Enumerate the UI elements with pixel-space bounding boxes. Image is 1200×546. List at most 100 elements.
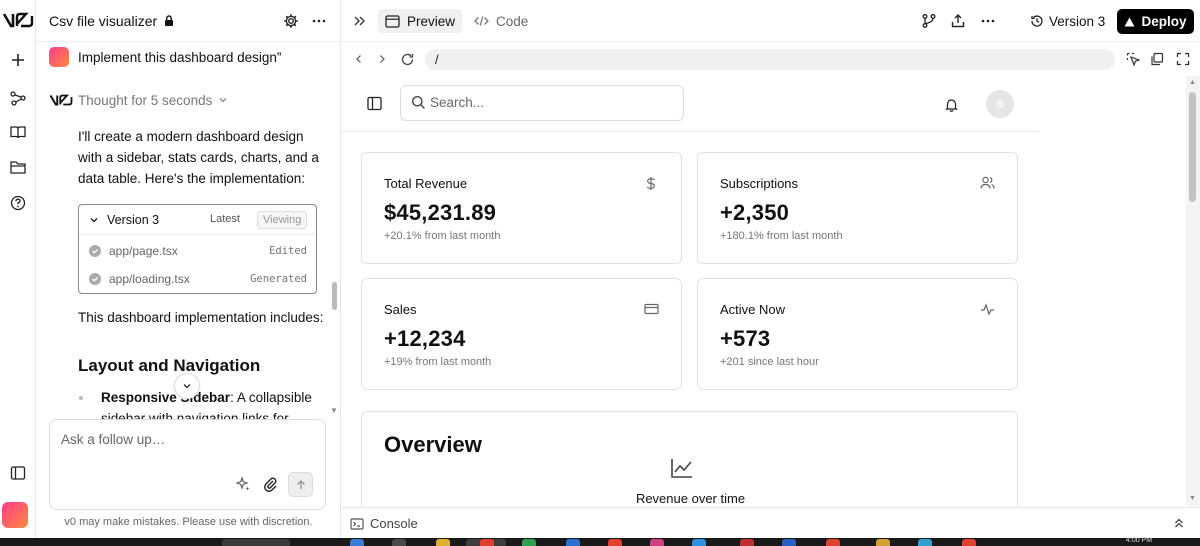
activity-icon: [979, 301, 995, 317]
book-open-icon: [10, 126, 26, 139]
new-chat-button[interactable]: [4, 46, 32, 74]
thought-toggle[interactable]: Thought for 5 seconds: [49, 92, 229, 108]
console-bar[interactable]: Console: [341, 507, 1200, 538]
overview-title: Overview: [384, 432, 482, 457]
viewing-badge: Viewing: [257, 211, 308, 229]
taskbar-app-icon[interactable]: [608, 539, 622, 546]
file-status: Edited: [269, 245, 307, 257]
tab-code[interactable]: Code: [467, 9, 535, 33]
dashboard-sidebar-toggle[interactable]: [365, 94, 383, 112]
taskbar-app-icon[interactable]: [566, 539, 580, 546]
chat-more-button[interactable]: [309, 11, 329, 31]
sidebar-icon: [10, 466, 26, 480]
forward-button[interactable]: [372, 49, 392, 69]
lock-icon: [164, 15, 174, 26]
code-icon: [474, 15, 489, 27]
scroll-up-arrow-icon[interactable]: ▲: [1189, 79, 1196, 86]
version-file-row[interactable]: app/page.tsx Edited: [89, 244, 307, 258]
card-title: Subscriptions: [720, 176, 799, 191]
taskbar-app-icon[interactable]: [392, 539, 406, 546]
line-chart-icon: [669, 456, 695, 480]
preview-topbar: Preview Code Version 3 Deploy: [341, 0, 1200, 42]
version-file-row[interactable]: app/loading.tsx Generated: [89, 272, 307, 286]
plus-icon: [12, 54, 24, 66]
projects-button[interactable]: [4, 84, 32, 112]
folder-icon: [10, 161, 26, 174]
card-subtext: +20.1% from last month: [384, 230, 501, 242]
url-input[interactable]: [425, 49, 1115, 70]
collapse-chat-button[interactable]: [349, 11, 369, 31]
select-element-button[interactable]: [1124, 50, 1142, 68]
taskbar-app-icon[interactable]: [962, 539, 976, 546]
dashboard-header: [341, 76, 1039, 132]
follow-up-input[interactable]: [61, 432, 311, 447]
more-options-button[interactable]: [978, 11, 998, 31]
library-button[interactable]: [4, 118, 32, 146]
share-nodes-icon: [10, 91, 26, 106]
share-button[interactable]: [948, 11, 968, 31]
send-button[interactable]: [288, 472, 313, 497]
open-new-tab-button[interactable]: [1148, 50, 1166, 68]
chevrons-up-icon: [1175, 518, 1183, 528]
bell-icon: [944, 98, 958, 112]
file-name: app/loading.tsx: [109, 272, 190, 286]
card-value: $45,231.89: [384, 200, 497, 225]
version-card[interactable]: Version 3 Latest Viewing app/page.tsx Ed…: [78, 204, 317, 294]
tab-preview[interactable]: Preview: [378, 9, 463, 33]
git-fork-icon: [922, 14, 936, 28]
triangle-icon: [1124, 17, 1135, 27]
chat-panel: Csv file visualizer Implement this dashb…: [36, 0, 341, 538]
deploy-button[interactable]: Deploy: [1117, 9, 1194, 34]
check-circle-icon: [89, 245, 101, 257]
taskbar-app-icon[interactable]: [480, 539, 494, 546]
composer: [49, 419, 326, 510]
taskbar-app-icon[interactable]: [826, 539, 840, 546]
taskbar-app-icon[interactable]: [876, 539, 890, 546]
console-toggle[interactable]: Console: [350, 516, 418, 531]
taskbar-app-icon[interactable]: [692, 539, 706, 546]
tab-preview-label: Preview: [407, 13, 456, 29]
fork-button[interactable]: [919, 11, 939, 31]
version-history-button[interactable]: Version 3: [1030, 10, 1105, 32]
dashboard-user-avatar[interactable]: [986, 90, 1014, 118]
scroll-down-arrow-icon[interactable]: ▼: [1189, 495, 1196, 502]
project-title[interactable]: Csv file visualizer: [49, 13, 157, 29]
file-name: app/page.tsx: [109, 244, 178, 258]
bullet-bold: Responsive Sidebar: [101, 390, 231, 405]
toggle-sidebar-button[interactable]: [4, 459, 32, 487]
v0-logo-icon[interactable]: [2, 10, 34, 30]
deploy-label: Deploy: [1141, 14, 1187, 29]
back-button[interactable]: [349, 49, 369, 69]
enhance-prompt-button[interactable]: [232, 473, 254, 495]
credit-card-icon: [643, 301, 659, 317]
scroll-to-bottom-button[interactable]: [174, 373, 200, 399]
notifications-button[interactable]: [941, 94, 961, 114]
user-avatar[interactable]: [2, 502, 28, 528]
files-button[interactable]: [4, 153, 32, 181]
taskbar-app-icon[interactable]: [918, 539, 932, 546]
help-button[interactable]: [4, 189, 32, 217]
chevron-down-icon: [183, 384, 191, 389]
taskbar-app-icon[interactable]: [650, 539, 664, 546]
expand-console-button[interactable]: [1171, 515, 1187, 531]
chevron-down-icon: [219, 98, 227, 103]
includes-text: This dashboard implementation includes:: [78, 310, 324, 325]
user-message-text: Implement this dashboard design”: [78, 49, 282, 65]
taskbar-app-icon[interactable]: [350, 539, 364, 546]
dashboard-search-input[interactable]: [430, 95, 670, 110]
taskbar-app-icon[interactable]: [782, 539, 796, 546]
chat-scrollbar[interactable]: [332, 282, 337, 310]
taskbar-clock[interactable]: 4:00 PM: [1126, 537, 1152, 544]
preview-scroll-thumb[interactable]: [1189, 92, 1196, 202]
fullscreen-button[interactable]: [1174, 50, 1192, 68]
taskbar-app-icon[interactable]: [436, 539, 450, 546]
version-card-header[interactable]: Version 3 Latest Viewing: [79, 205, 316, 235]
attach-button[interactable]: [259, 473, 281, 495]
settings-button[interactable]: [281, 11, 301, 31]
taskbar-app-icon[interactable]: [522, 539, 536, 546]
scroll-down-arrow-icon[interactable]: ▼: [330, 406, 338, 415]
preview-scrollbar[interactable]: ▲ ▼: [1186, 76, 1200, 506]
taskbar-app-icon[interactable]: [740, 539, 754, 546]
taskbar-search[interactable]: [222, 539, 290, 546]
refresh-button[interactable]: [397, 49, 417, 69]
